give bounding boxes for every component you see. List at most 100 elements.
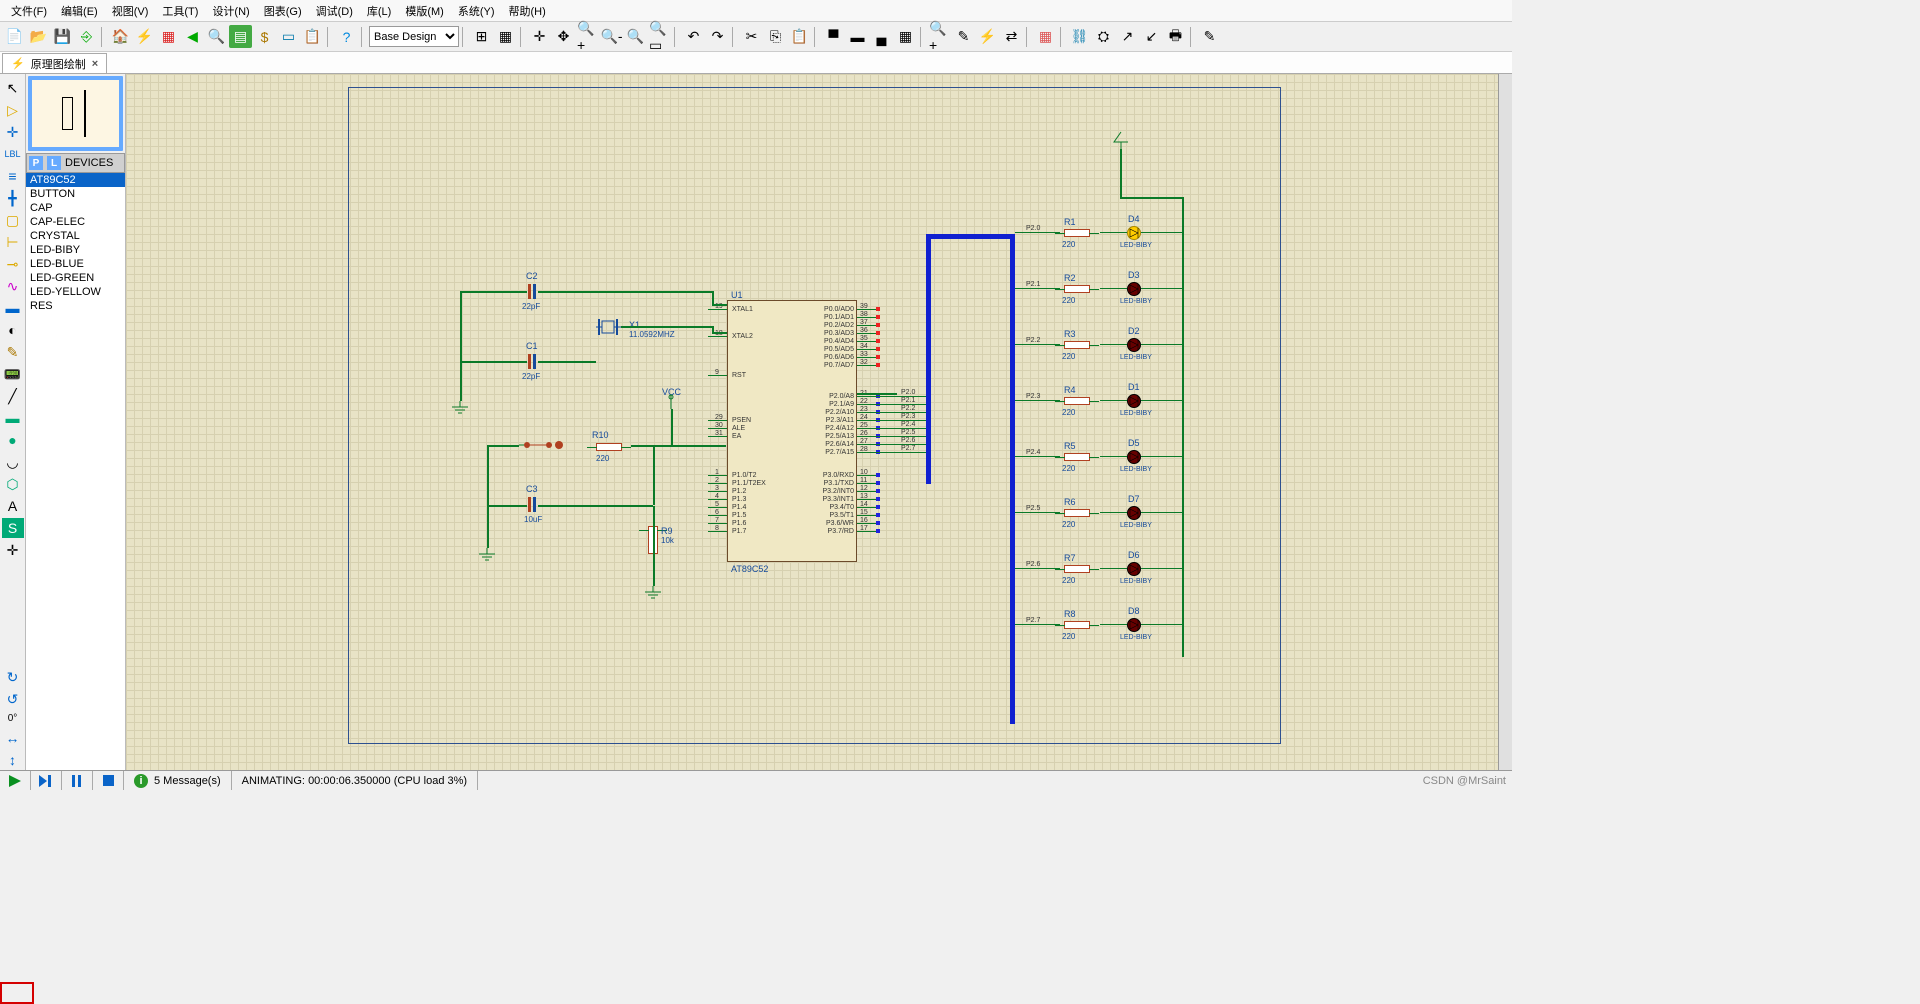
netlist-button[interactable]: ⇄ (1000, 25, 1023, 48)
junction-tool[interactable]: ✛ (2, 122, 24, 142)
terminal-tool[interactable]: ⊢ (2, 232, 24, 252)
pause-button[interactable] (62, 771, 93, 790)
line-tool[interactable]: ╱ (2, 386, 24, 406)
new-button[interactable]: 📄 (3, 25, 26, 48)
resistor[interactable] (1064, 397, 1090, 405)
pcb-button[interactable]: ▦ (157, 25, 180, 48)
zoom-out-button[interactable]: 🔍- (600, 25, 623, 48)
bom-button[interactable]: ▤ (229, 25, 252, 48)
search-button[interactable]: 🔍 (205, 25, 228, 48)
menu-debug[interactable]: 调试(D) (310, 1, 359, 21)
layout-button[interactable]: ▦ (1034, 25, 1057, 48)
home-button[interactable]: 🏠 (109, 25, 132, 48)
settings-button[interactable]: ⛭ (1092, 25, 1115, 48)
menu-edit[interactable]: 编辑(E) (55, 1, 104, 21)
grid-button[interactable]: ▦ (494, 25, 517, 48)
vertical-scrollbar[interactable] (1498, 74, 1512, 770)
instrument-tool[interactable]: 📟 (2, 364, 24, 384)
device-item[interactable]: CAP (26, 201, 125, 215)
print-button[interactable]: 🖶 (1164, 25, 1187, 48)
device-item[interactable]: AT89C52 (26, 173, 125, 187)
rotate-cw-button[interactable]: ↻ (2, 667, 24, 687)
save-button[interactable]: 💾 (51, 25, 74, 48)
zoom-in-button[interactable]: 🔍+ (576, 25, 599, 48)
rotate-ccw-button[interactable]: ↺ (2, 689, 24, 709)
flip-v-button[interactable]: ↕ (2, 750, 24, 770)
resistor[interactable] (1064, 621, 1090, 629)
device-item[interactable]: LED-BLUE (26, 257, 125, 271)
circle-tool[interactable]: ● (2, 430, 24, 450)
resistor[interactable] (1064, 453, 1090, 461)
text-script-tool[interactable]: ≡ (2, 166, 24, 186)
device-item[interactable]: RES (26, 299, 125, 313)
help-button[interactable]: ? (335, 25, 358, 48)
path-tool[interactable]: ⬡ (2, 474, 24, 494)
align-bottom-button[interactable]: ▄ (870, 25, 893, 48)
resistor[interactable] (1064, 285, 1090, 293)
button-sw[interactable] (519, 437, 579, 453)
tape-tool[interactable]: ▬ (2, 298, 24, 318)
menu-file[interactable]: 文件(F) (5, 1, 53, 21)
device-item[interactable]: CRYSTAL (26, 229, 125, 243)
redo-button[interactable]: ↷ (706, 25, 729, 48)
device-item[interactable]: BUTTON (26, 187, 125, 201)
align-top-button[interactable]: ▀ (822, 25, 845, 48)
undo-button[interactable]: ↶ (682, 25, 705, 48)
component-tool[interactable]: ▷ (2, 100, 24, 120)
zoom-area-button[interactable]: 🔍▭ (648, 25, 671, 48)
symbol-tool[interactable]: S (2, 518, 24, 538)
resistor[interactable] (1064, 341, 1090, 349)
grid-snap-button[interactable]: ⊞ (470, 25, 493, 48)
text-tool[interactable]: A (2, 496, 24, 516)
pick-button[interactable]: P (29, 156, 43, 170)
menu-view[interactable]: 视图(V) (106, 1, 155, 21)
find-button[interactable]: 🔍+ (928, 25, 951, 48)
graph-tool[interactable]: ∿ (2, 276, 24, 296)
menu-graph[interactable]: 图表(G) (258, 1, 308, 21)
cap-c3[interactable] (526, 497, 538, 512)
label-tool[interactable]: LBL (2, 144, 24, 164)
route-button[interactable]: ⛓ (1068, 25, 1091, 48)
import-button[interactable]: ↙ (1140, 25, 1163, 48)
generator-tool[interactable]: ◐ (2, 320, 24, 340)
origin-button[interactable]: ✛ (528, 25, 551, 48)
close-tab-icon[interactable]: × (92, 58, 98, 70)
report-button[interactable]: ▭ (277, 25, 300, 48)
tab-schematic[interactable]: ⚡ 原理图绘制 × (2, 53, 107, 73)
bus-wire[interactable] (928, 234, 1013, 239)
cut-button[interactable]: ✂ (740, 25, 763, 48)
pencil-button[interactable]: ✎ (1198, 25, 1221, 48)
menu-library[interactable]: 库(L) (361, 1, 397, 21)
marker-tool[interactable]: ✛ (2, 540, 24, 560)
library-button[interactable]: L (47, 156, 61, 170)
pan-button[interactable]: ✥ (552, 25, 575, 48)
res-r10[interactable] (596, 443, 622, 451)
arc-tool[interactable]: ◡ (2, 452, 24, 472)
probe-tool[interactable]: ✎ (2, 342, 24, 362)
device-item[interactable]: LED-YELLOW (26, 285, 125, 299)
erc-button[interactable]: $ (253, 25, 276, 48)
flip-h-button[interactable]: ↔ (2, 728, 24, 748)
close-button[interactable]: ⎆ (75, 25, 98, 48)
select-tool[interactable]: ↖ (2, 78, 24, 98)
annotate-button[interactable]: ✎ (952, 25, 975, 48)
pin-tool[interactable]: ⊸ (2, 254, 24, 274)
paste-button[interactable]: 📋 (788, 25, 811, 48)
play-button[interactable] (0, 771, 31, 790)
menu-system[interactable]: 系统(Y) (452, 1, 501, 21)
copy-button[interactable]: ⎘ (764, 25, 787, 48)
bus-tool[interactable]: ╋ (2, 188, 24, 208)
align-center-button[interactable]: ▬ (846, 25, 869, 48)
export-button[interactable]: ↗ (1116, 25, 1139, 48)
align-grid-button[interactable]: ▦ (894, 25, 917, 48)
menu-template[interactable]: 模版(M) (399, 1, 450, 21)
device-item[interactable]: LED-BIBY (26, 243, 125, 257)
device-list[interactable]: AT89C52 BUTTON CAP CAP-ELEC CRYSTAL LED-… (26, 173, 125, 770)
rect-tool[interactable]: ▬ (2, 408, 24, 428)
design-combo[interactable]: Base Design (369, 26, 459, 47)
stop-button[interactable] (93, 771, 124, 790)
resistor[interactable] (1064, 565, 1090, 573)
open-button[interactable]: 📂 (27, 25, 50, 48)
resistor[interactable] (1064, 509, 1090, 517)
zoom-fit-button[interactable]: 🔍 (624, 25, 647, 48)
